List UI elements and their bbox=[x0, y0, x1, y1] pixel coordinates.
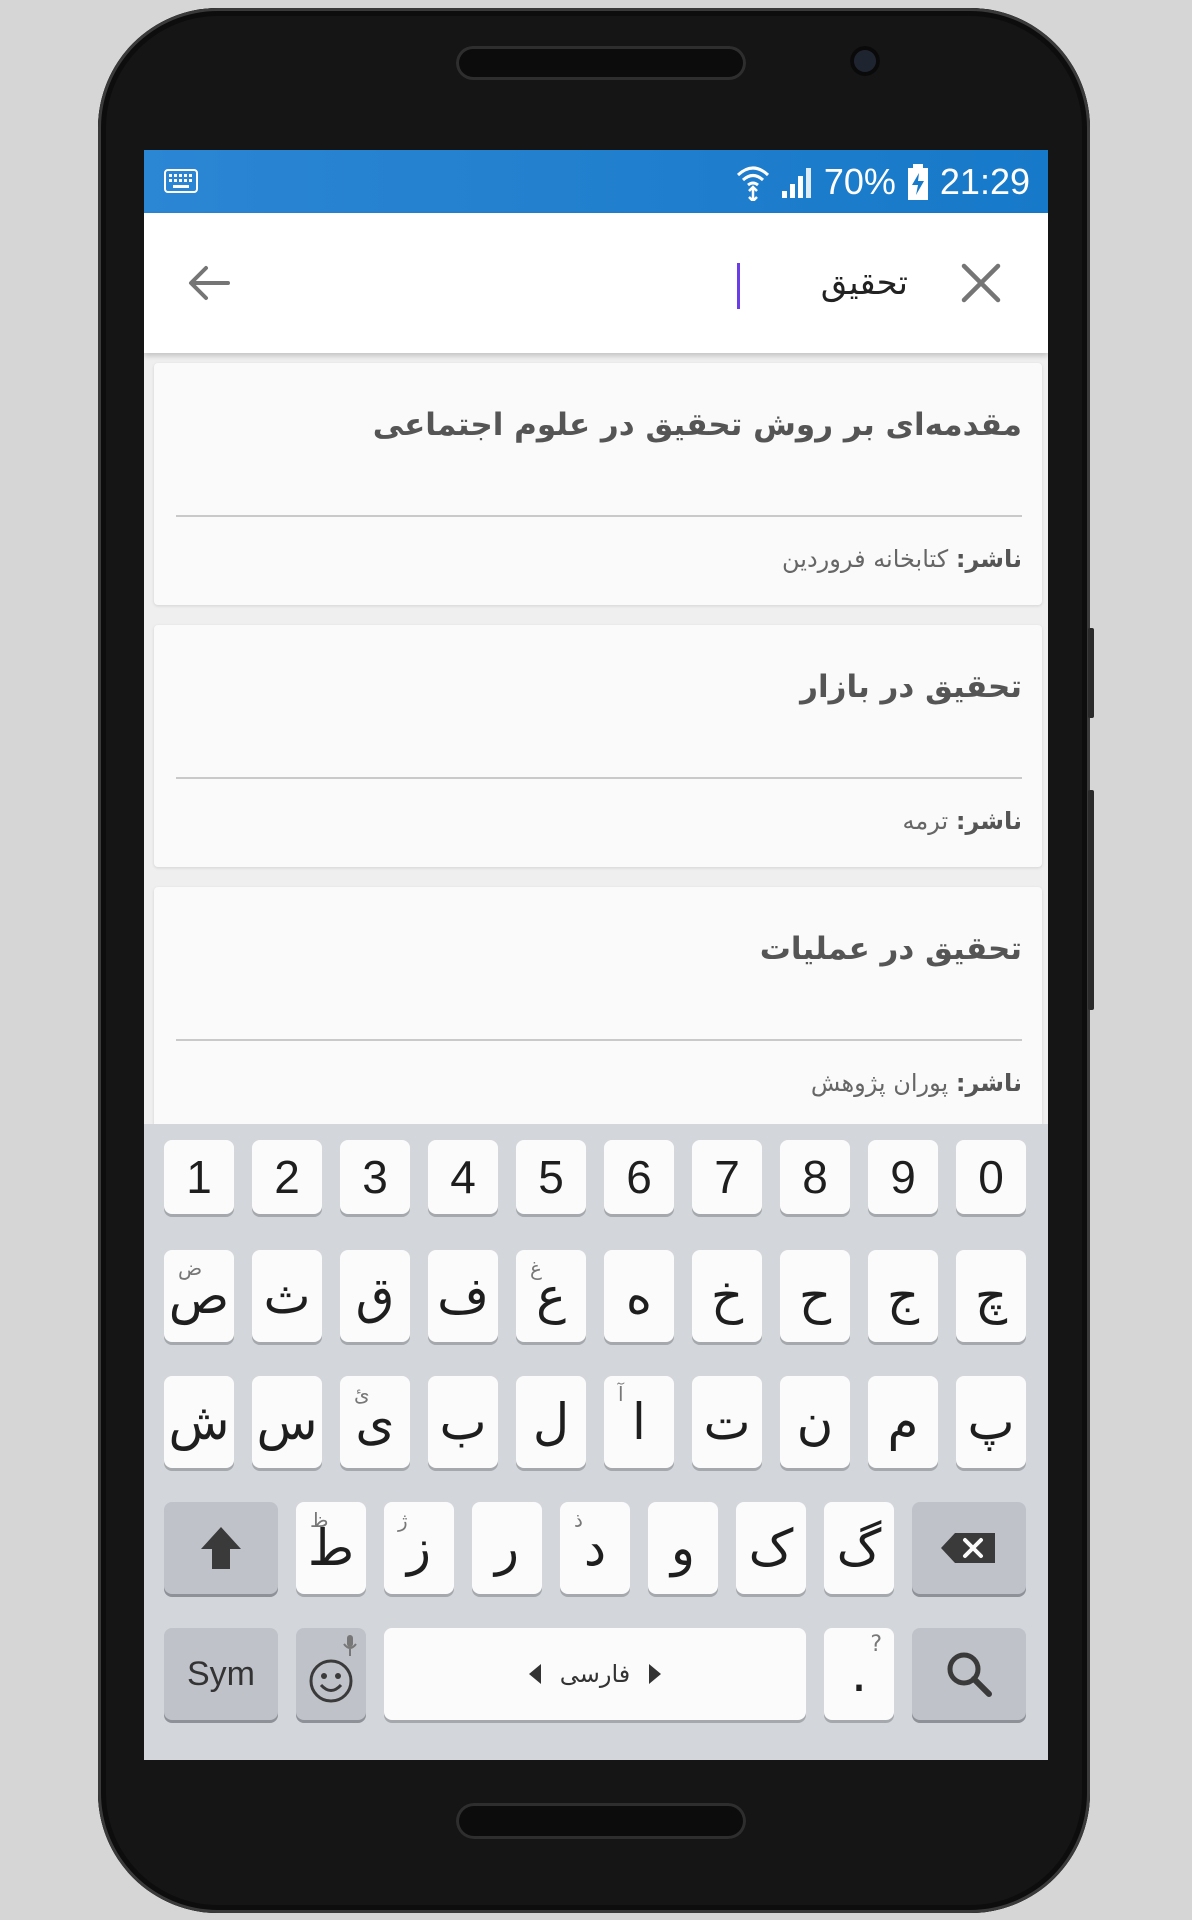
microphone-icon bbox=[343, 1635, 357, 1656]
search-bar bbox=[144, 213, 1048, 353]
publisher-label: ناشر: bbox=[955, 545, 1022, 573]
period-key[interactable]: ? . bbox=[824, 1628, 894, 1720]
key-5[interactable]: 5 bbox=[516, 1140, 586, 1214]
screen: 70% 21:29 مقدمه‌ای بر روش تحقیق در علوم … bbox=[144, 150, 1048, 1760]
key-7[interactable]: 7 bbox=[692, 1140, 762, 1214]
status-bar: 70% 21:29 bbox=[144, 150, 1048, 213]
key-4[interactable]: 4 bbox=[428, 1140, 498, 1214]
bottom-speaker bbox=[456, 1803, 746, 1839]
key-letter[interactable]: خ bbox=[692, 1250, 762, 1342]
key-1[interactable]: 1 bbox=[164, 1140, 234, 1214]
key-9[interactable]: 9 bbox=[868, 1140, 938, 1214]
wifi-icon bbox=[736, 166, 769, 201]
key-letter[interactable]: پ bbox=[956, 1376, 1026, 1468]
soft-keyboard: 1 2 3 4 5 6 7 8 9 0 ضص ث ق ف غع ه خ ح ج … bbox=[144, 1124, 1048, 1760]
period-alt-label: ? bbox=[870, 1632, 882, 1657]
key-letter[interactable]: ه bbox=[604, 1250, 674, 1342]
search-key[interactable] bbox=[912, 1628, 1026, 1720]
card-divider bbox=[176, 777, 1022, 779]
key-3[interactable]: 3 bbox=[340, 1140, 410, 1214]
backspace-key[interactable] bbox=[912, 1502, 1026, 1594]
space-language-label: فارسی bbox=[528, 1660, 663, 1688]
emoji-key[interactable] bbox=[296, 1628, 366, 1720]
keyboard-icon bbox=[164, 169, 198, 193]
key-letter[interactable]: ژز bbox=[384, 1502, 454, 1594]
smiley-icon bbox=[309, 1659, 353, 1703]
earpiece-speaker bbox=[456, 46, 746, 80]
shift-key[interactable] bbox=[164, 1502, 278, 1594]
publisher-name: کتابخانه فروردین bbox=[782, 545, 949, 573]
key-letter[interactable]: و bbox=[648, 1502, 718, 1594]
publisher-name: پوران پژوهش bbox=[810, 1069, 949, 1097]
key-letter[interactable]: ح bbox=[780, 1250, 850, 1342]
book-title: تحقیق در عملیات bbox=[759, 931, 1022, 967]
key-letter[interactable]: ر bbox=[472, 1502, 542, 1594]
card-divider bbox=[176, 515, 1022, 517]
key-letter[interactable]: غع bbox=[516, 1250, 586, 1342]
key-letter[interactable]: گ bbox=[824, 1502, 894, 1594]
text-caret bbox=[737, 263, 740, 309]
key-letter[interactable]: ل bbox=[516, 1376, 586, 1468]
language-name: فارسی bbox=[559, 1660, 631, 1688]
front-camera bbox=[850, 46, 880, 76]
search-icon bbox=[947, 1652, 992, 1697]
key-letter[interactable]: م bbox=[868, 1376, 938, 1468]
key-letter[interactable]: ب bbox=[428, 1376, 498, 1468]
power-button bbox=[1088, 790, 1094, 1010]
search-input[interactable] bbox=[368, 243, 908, 323]
key-letter[interactable]: ظط bbox=[296, 1502, 366, 1594]
key-letter[interactable]: چ bbox=[956, 1250, 1026, 1342]
card-divider bbox=[176, 1039, 1022, 1041]
sym-key[interactable]: Sym bbox=[164, 1628, 278, 1720]
key-letter[interactable]: ش bbox=[164, 1376, 234, 1468]
result-card[interactable]: تحقیق در عملیات ناشر: پوران پژوهش bbox=[154, 887, 1042, 1129]
key-letter[interactable]: ن bbox=[780, 1376, 850, 1468]
key-letter[interactable]: ک bbox=[736, 1502, 806, 1594]
book-title: مقدمه‌ای بر روش تحقیق در علوم اجتماعی bbox=[372, 407, 1022, 443]
key-letter[interactable]: ذد bbox=[560, 1502, 630, 1594]
status-right: 70% 21:29 bbox=[736, 158, 1030, 206]
back-arrow-icon[interactable] bbox=[184, 258, 234, 308]
key-letter[interactable]: ف bbox=[428, 1250, 498, 1342]
volume-button bbox=[1088, 628, 1094, 718]
clock: 21:29 bbox=[939, 161, 1030, 202]
publisher-line: ناشر: ترمه bbox=[903, 807, 1022, 835]
publisher-label: ناشر: bbox=[955, 807, 1022, 835]
key-6[interactable]: 6 bbox=[604, 1140, 674, 1214]
battery-percent: 70% bbox=[823, 161, 896, 202]
signal-icon bbox=[781, 168, 811, 198]
battery-charging-icon bbox=[907, 164, 928, 200]
key-letter[interactable]: ضص bbox=[164, 1250, 234, 1342]
book-title: تحقیق در بازار bbox=[800, 669, 1022, 705]
publisher-name: ترمه bbox=[902, 807, 949, 835]
key-letter[interactable]: آا bbox=[604, 1376, 674, 1468]
result-card[interactable]: مقدمه‌ای بر روش تحقیق در علوم اجتماعی نا… bbox=[154, 363, 1042, 605]
close-icon[interactable] bbox=[958, 260, 1004, 306]
key-letter[interactable]: س bbox=[252, 1376, 322, 1468]
right-triangle-icon bbox=[649, 1664, 662, 1684]
left-triangle-icon bbox=[528, 1664, 541, 1684]
key-letter[interactable]: ت bbox=[692, 1376, 762, 1468]
key-2[interactable]: 2 bbox=[252, 1140, 322, 1214]
key-0[interactable]: 0 bbox=[956, 1140, 1026, 1214]
key-letter[interactable]: ق bbox=[340, 1250, 410, 1342]
key-8[interactable]: 8 bbox=[780, 1140, 850, 1214]
publisher-label: ناشر: bbox=[955, 1069, 1022, 1097]
publisher-line: ناشر: کتابخانه فروردین bbox=[782, 545, 1022, 573]
result-card[interactable]: تحقیق در بازار ناشر: ترمه bbox=[154, 625, 1042, 867]
key-letter[interactable]: ئی bbox=[340, 1376, 410, 1468]
space-key[interactable]: فارسی bbox=[384, 1628, 806, 1720]
publisher-line: ناشر: پوران پژوهش bbox=[811, 1069, 1022, 1097]
key-letter[interactable]: ج bbox=[868, 1250, 938, 1342]
period-label: . bbox=[850, 1644, 868, 1704]
shift-arrow-icon bbox=[201, 1527, 241, 1569]
backspace-icon bbox=[941, 1533, 995, 1563]
key-letter[interactable]: ث bbox=[252, 1250, 322, 1342]
